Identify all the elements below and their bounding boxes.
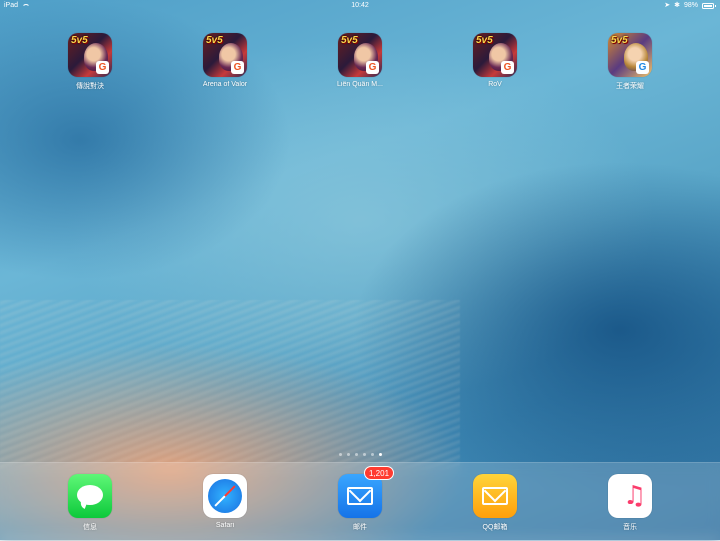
- game-logo-text: 5v5: [611, 35, 628, 46]
- dock-app-messages[interactable]: 信息: [50, 474, 130, 532]
- unread-count-badge: 1,201: [364, 466, 395, 480]
- arena-of-valor-game-icon[interactable]: 5v5 G: [338, 33, 382, 77]
- app-arena-of-valor[interactable]: 5v5 G Arena of Valor: [185, 33, 265, 88]
- app-icon-wrap[interactable]: [473, 474, 517, 518]
- page-dot[interactable]: [346, 453, 350, 456]
- dock-app-qq-mail[interactable]: QQ邮箱: [455, 474, 535, 532]
- battery-fill: [704, 5, 712, 7]
- battery-percent: 98%: [683, 2, 698, 9]
- bluetooth-icon: ✱: [674, 2, 680, 9]
- app-label: QQ邮箱: [482, 524, 508, 531]
- wallpaper-sand-texture: [0, 300, 460, 470]
- status-bar: iPad 10:42 ➤ ✱ 98%: [0, 0, 720, 12]
- clock: 10:42: [351, 2, 369, 9]
- game-logo-text: 5v5: [476, 35, 493, 46]
- page-dot[interactable]: [370, 453, 374, 456]
- game-logo-text: 5v5: [206, 35, 223, 46]
- arena-of-valor-game-icon[interactable]: 5v5 G: [203, 33, 247, 77]
- app-label: 傳說對決: [76, 83, 104, 90]
- app-icon-wrap[interactable]: [68, 474, 112, 518]
- messages-icon[interactable]: [68, 474, 112, 518]
- envelope-icon: [347, 487, 373, 505]
- game-logo-text: 5v5: [341, 35, 358, 46]
- envelope-icon: [482, 487, 508, 505]
- music-note-icon: ♫: [623, 481, 647, 511]
- app-arena-tw[interactable]: 5v5 G 傳說對決: [50, 33, 130, 91]
- page-dot[interactable]: [354, 453, 358, 456]
- app-label: 邮件: [353, 524, 367, 531]
- garena-logo-icon: G: [501, 61, 514, 74]
- speech-bubble-icon: [77, 485, 103, 505]
- garena-logo-icon: G: [366, 61, 379, 74]
- app-lien-quan[interactable]: 5v5 G Liên Quân M...: [320, 33, 400, 88]
- app-label: Arena of Valor: [202, 81, 248, 88]
- garena-logo-icon: G: [96, 61, 109, 74]
- page-dot[interactable]: [378, 453, 382, 456]
- tencent-logo-icon: G: [636, 61, 649, 74]
- garena-logo-icon: G: [231, 61, 244, 74]
- app-label: 信息: [83, 524, 97, 531]
- dock: 信息 Safari 1,201 邮件 QQ邮箱 ♫ 音乐: [0, 462, 720, 541]
- app-label: Safari: [215, 522, 235, 529]
- app-label: Liên Quân M...: [337, 81, 383, 88]
- page-indicator[interactable]: [0, 453, 720, 456]
- qq-mail-icon[interactable]: [473, 474, 517, 518]
- honor-of-kings-game-icon[interactable]: 5v5 G: [608, 33, 652, 77]
- app-honor-of-kings[interactable]: 5v5 G 王者荣耀: [590, 33, 670, 91]
- safari-icon[interactable]: [203, 474, 247, 518]
- arena-of-valor-game-icon[interactable]: 5v5 G: [473, 33, 517, 77]
- app-label: RoV: [488, 81, 502, 88]
- app-rov[interactable]: 5v5 G RoV: [455, 33, 535, 88]
- app-icon-wrap[interactable]: [203, 474, 247, 518]
- battery-icon: [702, 3, 716, 9]
- arena-of-valor-game-icon[interactable]: 5v5 G: [68, 33, 112, 77]
- app-label: 音乐: [623, 524, 637, 531]
- app-icon-wrap[interactable]: ♫: [608, 474, 652, 518]
- page-dot[interactable]: [338, 453, 342, 456]
- app-icon-wrap[interactable]: 1,201: [338, 466, 395, 518]
- music-icon[interactable]: ♫: [608, 474, 652, 518]
- dock-app-mail[interactable]: 1,201 邮件: [320, 466, 400, 532]
- page-dot[interactable]: [362, 453, 366, 456]
- app-label: 王者荣耀: [616, 83, 644, 90]
- location-icon: ➤: [664, 2, 671, 9]
- dock-app-safari[interactable]: Safari: [185, 474, 265, 529]
- dock-app-music[interactable]: ♫ 音乐: [590, 474, 670, 532]
- status-right: ➤ ✱ 98%: [664, 0, 716, 12]
- game-logo-text: 5v5: [71, 35, 88, 46]
